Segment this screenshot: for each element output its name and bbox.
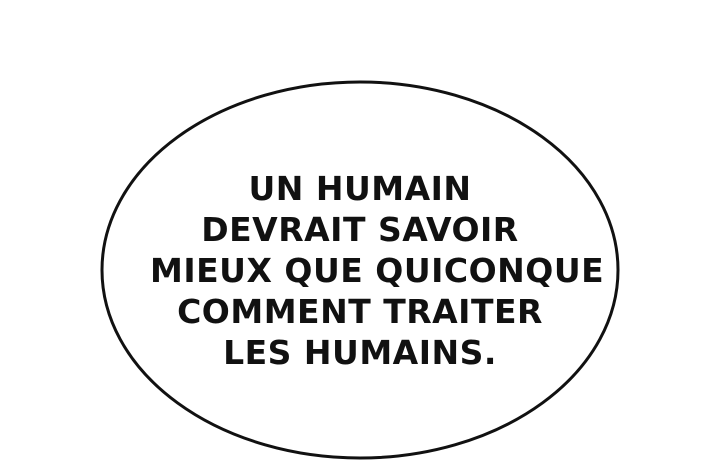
speech-line-2: DEVRAIT SAVOIR (201, 210, 519, 249)
speech-bubble-text: UN HUMAIN DEVRAIT SAVOIR MIEUX QUE QUICO… (150, 168, 605, 373)
speech-line-5: LES HUMAINS. (223, 333, 497, 372)
comic-panel: UN HUMAIN DEVRAIT SAVOIR MIEUX QUE QUICO… (0, 0, 720, 460)
speech-line-3: MIEUX QUE QUICONQUE (150, 251, 605, 290)
speech-line-4: COMMENT TRAITER (177, 292, 543, 331)
speech-line-1: UN HUMAIN (248, 169, 472, 208)
